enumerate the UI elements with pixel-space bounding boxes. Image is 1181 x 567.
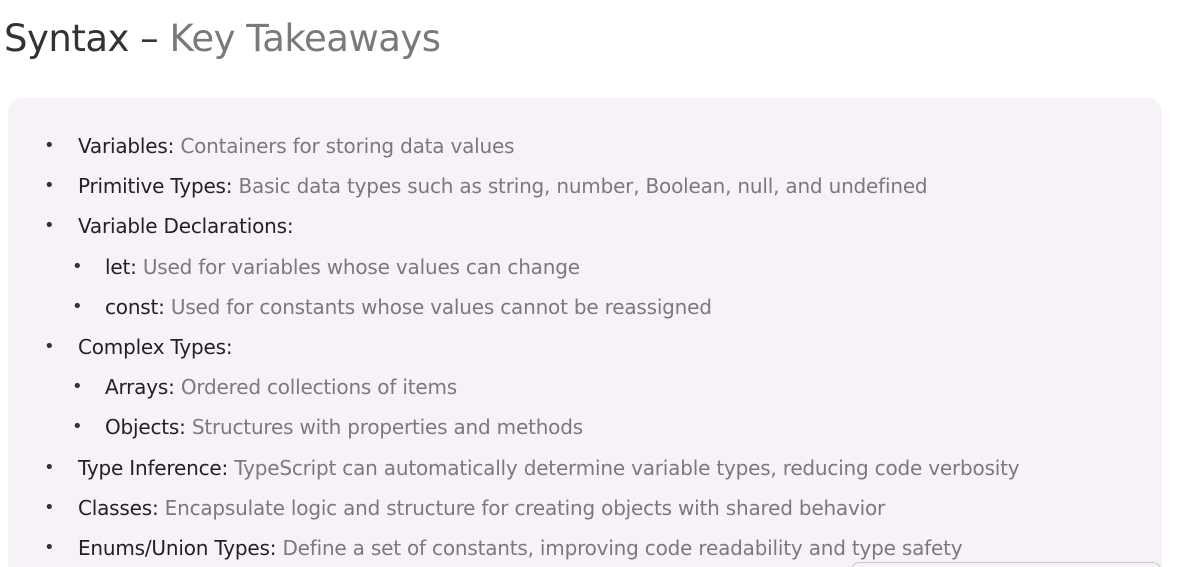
item-term: let:: [105, 254, 137, 279]
item-desc: Encapsulate logic and structure for crea…: [164, 495, 886, 520]
item-term: Enums/Union Types:: [78, 535, 277, 560]
list-item-let: • let: Used for variables whose values c…: [8, 247, 1162, 287]
page-title: Syntax – Key Takeaways: [4, 14, 441, 64]
item-term: Primitive Types:: [78, 174, 233, 199]
bullet-icon: •: [72, 255, 83, 277]
item-desc: Used for variables whose values can chan…: [142, 254, 580, 279]
bullet-icon: •: [44, 335, 55, 357]
item-desc: Basic data types such as string, number,…: [238, 174, 928, 199]
bullet-icon: •: [44, 135, 55, 156]
item-term: Variable Declarations:: [78, 214, 294, 239]
item-term: Arrays:: [105, 375, 175, 400]
list-item-complex-types: • Complex Types:: [8, 327, 1162, 367]
bullet-icon: •: [72, 416, 83, 438]
list-item-const: • const: Used for constants whose values…: [8, 287, 1162, 327]
item-desc: Used for constants whose values cannot b…: [170, 294, 712, 319]
bullet-icon: •: [44, 456, 55, 478]
list-item-classes: • Classes: Encapsulate logic and structu…: [8, 488, 1162, 528]
item-term: Type Inference:: [78, 455, 229, 480]
title-accent: Key Takeaways: [169, 17, 441, 60]
item-term: const:: [105, 294, 165, 319]
item-desc: Structures with properties and methods: [191, 415, 583, 440]
item-desc: Containers for storing data values: [180, 134, 515, 158]
list-item-primitive-types: • Primitive Types: Basic data types such…: [8, 166, 1162, 206]
item-term: Classes:: [78, 495, 159, 520]
list-item-objects: • Objects: Structures with properties an…: [8, 407, 1162, 447]
takeaways-list: • Variables: Containers for storing data…: [8, 126, 1162, 567]
list-item-variables: • Variables: Containers for storing data…: [8, 126, 1162, 166]
item-term: Variables:: [78, 134, 175, 158]
takeaways-card: • Variables: Containers for storing data…: [8, 98, 1162, 567]
item-term: Objects:: [105, 415, 186, 440]
list-item-variable-declarations: • Variable Declarations:: [8, 206, 1162, 246]
bullet-icon: •: [72, 295, 83, 317]
bottom-edge-outline: [850, 562, 1162, 567]
bullet-icon: •: [72, 376, 83, 398]
list-item-arrays: • Arrays: Ordered collections of items: [8, 367, 1162, 407]
item-desc: TypeScript can automatically determine v…: [234, 455, 1020, 480]
bullet-icon: •: [44, 536, 55, 558]
list-item-type-inference: • Type Inference: TypeScript can automat…: [8, 448, 1162, 488]
bullet-icon: •: [44, 496, 55, 518]
item-desc: Ordered collections of items: [180, 375, 457, 400]
item-desc: Define a set of constants, improving cod…: [282, 535, 963, 560]
bullet-icon: •: [44, 215, 55, 237]
item-term: Complex Types:: [78, 334, 233, 359]
title-main: Syntax –: [4, 17, 159, 60]
bullet-icon: •: [44, 175, 55, 197]
